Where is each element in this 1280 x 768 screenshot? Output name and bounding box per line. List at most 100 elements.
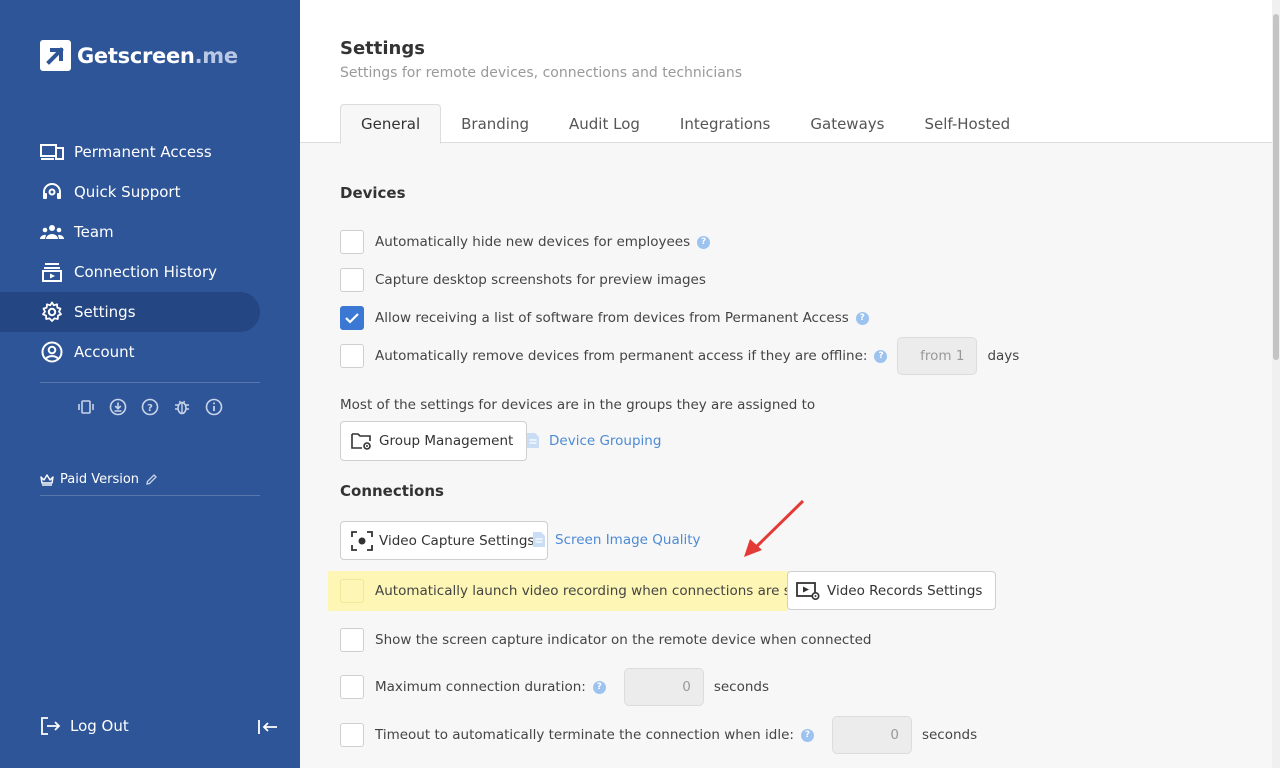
main-content: Settings Settings for remote devices, co…: [300, 0, 1280, 768]
option-row: Capture desktop screenshots for preview …: [340, 268, 706, 292]
option-label: Allow receiving a list of software from …: [375, 310, 849, 326]
folder-gear-icon: [351, 433, 371, 450]
page-header: Settings Settings for remote devices, co…: [300, 0, 1272, 144]
bug-icon[interactable]: [172, 397, 192, 417]
max-duration-input[interactable]: 0: [623, 668, 704, 706]
unit-label: days: [987, 348, 1020, 364]
logout-icon: [41, 717, 61, 735]
document-icon: [527, 433, 539, 448]
sidebar-utility-icons: ?: [76, 397, 224, 417]
svg-text:?: ?: [147, 403, 153, 414]
tab-audit-log[interactable]: Audit Log: [549, 104, 660, 144]
unit-label: seconds: [713, 679, 770, 695]
option-row: Timeout to automatically terminate the c…: [340, 716, 977, 754]
sidebar-item-team[interactable]: Team: [0, 212, 300, 252]
help-icon[interactable]: ?: [697, 235, 711, 249]
vibrate-icon[interactable]: [76, 397, 96, 417]
sidebar-item-settings[interactable]: Settings: [0, 292, 260, 332]
option-label: Timeout to automatically terminate the c…: [375, 727, 794, 743]
checkbox-auto-video-recording[interactable]: [340, 579, 364, 603]
option-row: Automatically launch video recording whe…: [340, 579, 832, 603]
team-icon: [40, 220, 64, 244]
device-grouping-link[interactable]: Device Grouping: [526, 432, 661, 449]
option-label: Automatically hide new devices for emplo…: [375, 234, 691, 250]
groups-note: Most of the settings for devices are in …: [340, 397, 815, 413]
page-title: Settings: [340, 38, 425, 59]
video-gear-icon: [796, 581, 820, 600]
user-circle-icon: [40, 340, 64, 364]
logo[interactable]: Getscreen.me: [40, 40, 238, 71]
option-label: Automatically launch video recording whe…: [375, 583, 833, 599]
sidebar-item-label: Team: [74, 223, 114, 241]
sidebar-item-label: Settings: [74, 303, 136, 321]
logo-text: Getscreen.me: [77, 44, 238, 68]
sidebar-item-label: Permanent Access: [74, 143, 212, 161]
option-label: Maximum connection duration:: [375, 679, 586, 695]
document-icon: [533, 532, 545, 547]
checkbox-software-list[interactable]: [340, 306, 364, 330]
screen-image-quality-link[interactable]: Screen Image Quality: [532, 531, 701, 548]
video-capture-settings-button[interactable]: Video Capture Settings: [340, 521, 549, 560]
option-row: Show the screen capture indicator on the…: [340, 628, 872, 652]
pencil-icon[interactable]: [145, 473, 158, 486]
section-title-devices: Devices: [340, 184, 406, 202]
video-records-settings-button[interactable]: Video Records Settings: [787, 571, 997, 610]
sidebar-item-connection-history[interactable]: Connection History: [0, 252, 300, 292]
gear-icon: [40, 300, 64, 324]
scrollbar[interactable]: [1272, 0, 1280, 768]
group-management-button[interactable]: Group Management: [340, 421, 528, 461]
devices-icon: [40, 140, 64, 164]
help-icon[interactable]: ?: [874, 349, 888, 363]
divider: [40, 495, 260, 496]
unit-label: seconds: [921, 727, 978, 743]
logo-arrow-icon: [40, 40, 71, 71]
tab-integrations[interactable]: Integrations: [660, 104, 790, 144]
option-row: Automatically remove devices from perman…: [340, 337, 1019, 375]
collapse-sidebar-icon[interactable]: [257, 718, 279, 740]
button-label: Video Records Settings: [827, 582, 983, 599]
help-circle-icon[interactable]: ?: [140, 397, 160, 417]
checkbox-max-connection-duration[interactable]: [340, 675, 364, 699]
crown-icon: [40, 473, 54, 486]
tab-bar: General Branding Audit Log Integrations …: [340, 104, 1030, 144]
option-label: Capture desktop screenshots for preview …: [375, 272, 706, 288]
plan-label: Paid Version: [60, 472, 140, 487]
tab-general[interactable]: General: [340, 104, 442, 144]
help-icon[interactable]: ?: [800, 728, 814, 742]
option-label: Show the screen capture indicator on the…: [375, 632, 872, 648]
checkmark-icon: [345, 313, 359, 324]
history-icon: [40, 260, 64, 284]
sidebar-nav: Permanent Access Quick Support Team Conn…: [0, 132, 300, 372]
capture-target-icon: [351, 530, 373, 551]
checkbox-hide-new-devices[interactable]: [340, 230, 364, 254]
headset-icon: [40, 180, 64, 204]
page-subtitle: Settings for remote devices, connections…: [340, 65, 743, 81]
plan-badge[interactable]: Paid Version: [40, 472, 164, 487]
sidebar-item-quick-support[interactable]: Quick Support: [0, 172, 300, 212]
sidebar-item-permanent-access[interactable]: Permanent Access: [0, 132, 300, 172]
help-icon[interactable]: ?: [592, 680, 606, 694]
help-icon[interactable]: ?: [855, 311, 869, 325]
checkbox-idle-timeout[interactable]: [340, 723, 364, 747]
idle-timeout-input[interactable]: 0: [831, 716, 912, 754]
button-label: Video Capture Settings: [379, 532, 535, 549]
offline-days-input[interactable]: from 1: [897, 337, 978, 375]
checkbox-auto-remove-offline[interactable]: [340, 344, 364, 368]
option-row: Maximum connection duration: ? 0 seconds: [340, 668, 769, 706]
link-label: Device Grouping: [549, 432, 662, 449]
logout-label: Log Out: [70, 717, 129, 735]
checkbox-capture-screenshots[interactable]: [340, 268, 364, 292]
logout-button[interactable]: Log Out: [40, 716, 129, 736]
tab-gateways[interactable]: Gateways: [790, 104, 904, 144]
download-icon[interactable]: [108, 397, 128, 417]
tab-self-hosted[interactable]: Self-Hosted: [904, 104, 1030, 144]
sidebar-item-account[interactable]: Account: [0, 332, 300, 372]
groups-note-text: Most of the settings for devices are in …: [340, 397, 816, 413]
checkbox-screen-capture-indicator[interactable]: [340, 628, 364, 652]
brand-name: Getscreen: [77, 43, 195, 68]
annotation-arrow-icon: [744, 499, 805, 557]
scrollbar-thumb[interactable]: [1273, 14, 1279, 360]
sidebar-item-label: Connection History: [74, 263, 218, 281]
tab-branding[interactable]: Branding: [441, 104, 549, 144]
info-icon[interactable]: [204, 397, 224, 417]
